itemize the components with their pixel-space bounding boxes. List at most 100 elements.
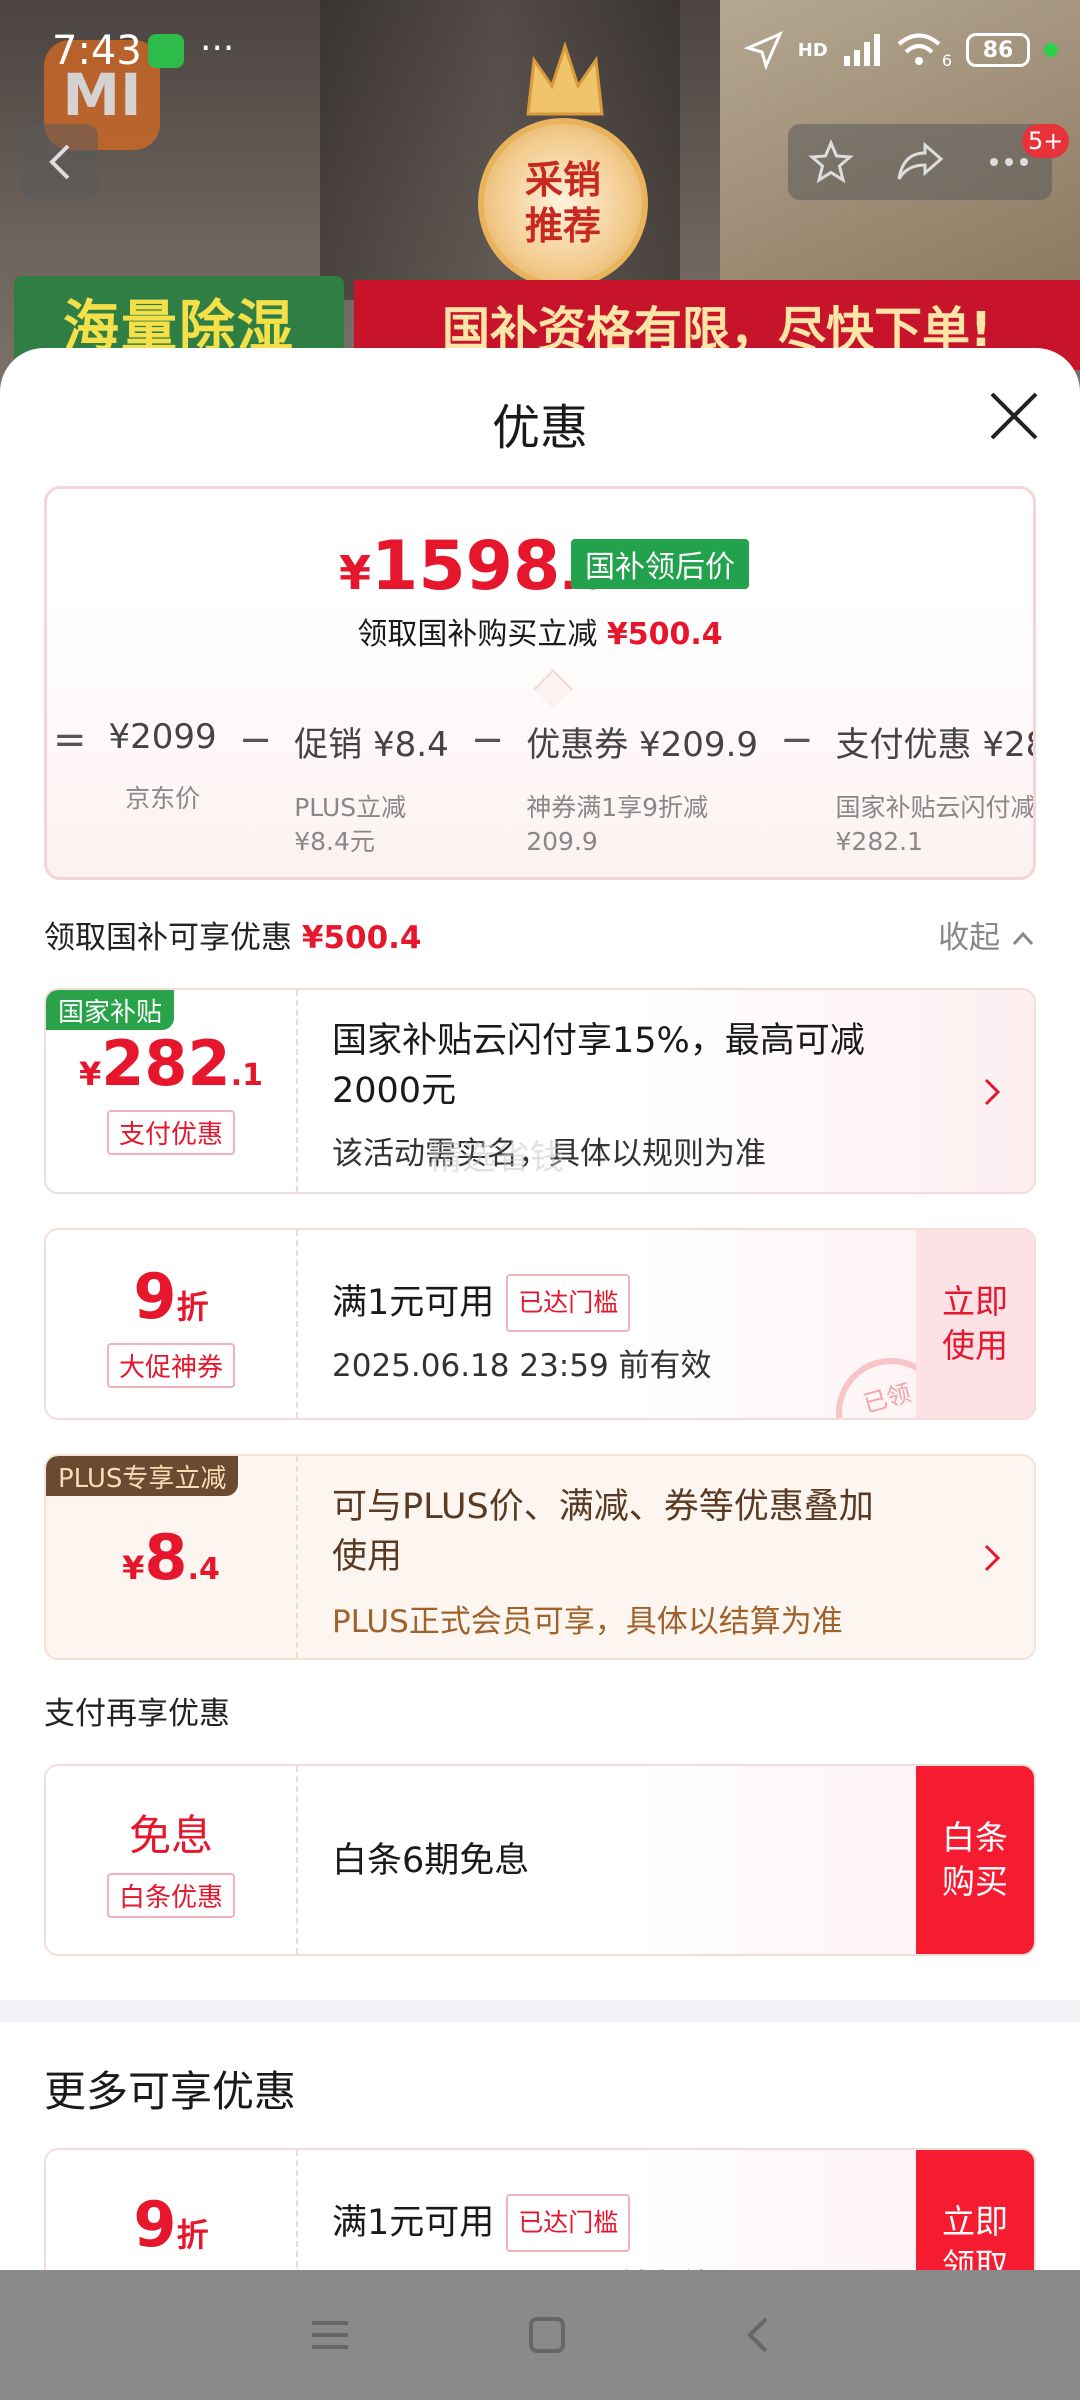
home-icon[interactable] bbox=[527, 2315, 567, 2355]
back-button[interactable] bbox=[22, 124, 98, 200]
hd-label: HD bbox=[797, 39, 828, 61]
section-divider bbox=[0, 2000, 1080, 2022]
breakdown-op: = bbox=[53, 717, 87, 763]
breakdown-sub-line2: 209.9 bbox=[526, 827, 598, 856]
subsidy-text-line1: 国家补贴云闪付享15%，最高可减 bbox=[332, 1021, 865, 1061]
coupon-card[interactable]: 9 折 大促神券 满1元可用 已达门槛 2025.06.18 23:59 前有效… bbox=[44, 1228, 1036, 1420]
battery-icon: 86 bbox=[966, 33, 1030, 67]
use-now-line1: 立即 bbox=[942, 1282, 1008, 1321]
discount-desc-text: 领取国补购买立减 bbox=[357, 617, 598, 652]
final-price: ¥ 1598 .6 bbox=[339, 527, 608, 606]
coupon-amount-block: 9 折 大促神券 bbox=[46, 1230, 298, 1418]
section-label: 领取国补可享优惠 bbox=[44, 920, 292, 956]
use-now-line2: 使用 bbox=[942, 1326, 1008, 1365]
top-actions bbox=[788, 124, 1052, 200]
coupon-expiry: 2025.06.18 23:59 前有效 bbox=[332, 1348, 712, 1384]
amount-integer: 8 bbox=[144, 1520, 188, 1594]
amount-currency: ¥ bbox=[122, 1548, 145, 1587]
plus-description: 可与PLUS价、满减、券等优惠叠加 使用 bbox=[332, 1482, 874, 1582]
status-icons: HD 6 86 bbox=[743, 30, 1058, 70]
status-bar: 7:43 ··· HD 6 86 bbox=[0, 0, 1080, 110]
claim-now-line1: 立即 bbox=[942, 2202, 1008, 2241]
collapse-label: 收起 bbox=[938, 920, 1001, 956]
more-coupon-discount: 9 折 bbox=[133, 2188, 208, 2261]
baitiao-buy-line2: 购买 bbox=[942, 1862, 1008, 1901]
amount-decimal: .4 bbox=[187, 1551, 220, 1587]
chevron-right-icon bbox=[984, 1544, 1001, 1572]
breakdown-main: 支付优惠 ¥282 bbox=[835, 725, 1033, 765]
watermark: 精选省钱 bbox=[428, 1138, 564, 1178]
subsidy-amount: ¥ 282 .1 bbox=[79, 1027, 263, 1100]
menu-icon[interactable] bbox=[308, 2315, 352, 2355]
breakdown-main: ¥2099 bbox=[108, 717, 217, 757]
plus-text-line1: 可与PLUS价、满减、券等优惠叠加 bbox=[332, 1487, 874, 1527]
pointer-triangle bbox=[533, 669, 573, 709]
threshold-reached-tag: 已达门槛 bbox=[506, 1274, 631, 1332]
breakdown-item-promo: 促销 ¥8.4 PLUS立减 ¥8.4元 bbox=[294, 717, 449, 860]
amount-currency: ¥ bbox=[79, 1055, 102, 1093]
chevron-left-icon bbox=[49, 144, 70, 180]
interest-free-label: 免息 bbox=[128, 1811, 213, 1860]
subsidy-card[interactable]: ¥ 282 .1 支付优惠 国家补贴 国家补贴云闪付享15%，最高可减 2000… bbox=[44, 988, 1036, 1194]
breakdown-sub-line1: 国家补贴云闪付减 bbox=[835, 793, 1033, 822]
coupon-discount-value: 9 bbox=[133, 1260, 177, 1333]
breakdown-main: 优惠券 ¥209.9 bbox=[526, 725, 759, 765]
section-national-subsidy: 领取国补可享优惠 ¥500.4 bbox=[44, 912, 422, 957]
baitiao-buy-button[interactable]: 白条 购买 bbox=[916, 1766, 1034, 1954]
breakdown-op: − bbox=[780, 717, 814, 763]
system-nav-bar bbox=[0, 2270, 1080, 2400]
discount-desc: 领取国补购买立减 ¥500.4 bbox=[47, 609, 1033, 653]
wechat-icon bbox=[148, 34, 184, 68]
price-summary: ¥ 1598 .6 国补领后价 领取国补购买立减 ¥500.4 = ¥2099 … bbox=[44, 486, 1036, 880]
breakdown-sub-line1: 神券满1享9折减 bbox=[526, 793, 709, 822]
plus-amount: ¥ 8 .4 bbox=[122, 1521, 220, 1594]
signal-icon bbox=[843, 34, 880, 66]
coupon-condition-text: 满1元可用 bbox=[332, 2203, 495, 2243]
battery-level: 86 bbox=[982, 37, 1014, 63]
price-integer: 1598 bbox=[371, 527, 561, 606]
badge-line1: 采销 bbox=[524, 158, 601, 202]
amount-decimal: .1 bbox=[230, 1058, 263, 1093]
breakdown-op: − bbox=[470, 717, 505, 763]
message-count-badge: 5+ bbox=[1022, 124, 1070, 158]
subsidy-description: 国家补贴云闪付享15%，最高可减 2000元 bbox=[332, 1016, 865, 1116]
coupon-chip: 大促神券 bbox=[106, 1343, 235, 1388]
plus-rule: PLUS正式会员可享，具体以结算为准 bbox=[332, 1604, 843, 1640]
breakdown-op: − bbox=[238, 717, 273, 763]
discount-sheet: 优惠 ¥ 1598 .6 国补领后价 领取国补购买立减 ¥500.4 = ¥20… bbox=[0, 348, 1080, 2400]
wifi-icon bbox=[897, 33, 941, 65]
breakdown-sub: 神券满1享9折减 209.9 bbox=[526, 790, 758, 860]
breakdown-main: 促销 ¥8.4 bbox=[294, 725, 449, 765]
baitiao-chip: 白条优惠 bbox=[106, 1873, 235, 1918]
baitiao-buy-line1: 白条 bbox=[942, 1818, 1008, 1857]
price-breakdown: = ¥2099 京东价 − 促销 ¥8.4 PLUS立减 ¥8.4元 − 优惠券… bbox=[47, 717, 1033, 877]
breakdown-item-jd-price: ¥2099 京东价 bbox=[109, 717, 217, 860]
status-time: 7:43 bbox=[52, 28, 142, 74]
share-icon[interactable] bbox=[895, 139, 945, 185]
more-coupon-condition: 满1元可用 已达门槛 bbox=[332, 2194, 631, 2252]
breakdown-sub-line1: PLUS立减 bbox=[294, 793, 407, 822]
status-more-icon: ··· bbox=[200, 28, 235, 69]
section-amount: ¥500.4 bbox=[301, 920, 422, 956]
use-now-button[interactable]: 立即 使用 bbox=[916, 1230, 1034, 1418]
baitiao-amount-block: 免息 白条优惠 bbox=[46, 1766, 298, 1954]
breakdown-sub-line2: ¥282.1 bbox=[835, 827, 924, 856]
threshold-reached-tag: 已达门槛 bbox=[506, 2194, 631, 2252]
subsidy-text-line2: 2000元 bbox=[332, 1071, 457, 1111]
breakdown-sub: 京东价 bbox=[125, 784, 201, 813]
chevron-up-icon bbox=[1012, 931, 1034, 946]
breakdown-sub-line2: ¥8.4元 bbox=[294, 827, 375, 856]
breakdown-sub: 国家补贴云闪付减 ¥282.1 bbox=[836, 790, 1033, 860]
back-icon[interactable] bbox=[742, 2315, 772, 2355]
collapse-button[interactable]: 收起 bbox=[938, 912, 1036, 957]
recommend-badge: 采销 推荐 bbox=[478, 118, 648, 288]
plus-text-line2: 使用 bbox=[332, 1537, 403, 1577]
badge-line2: 推荐 bbox=[524, 204, 601, 248]
baitiao-card[interactable]: 免息 白条优惠 白条6期免息 白条 购买 bbox=[44, 1764, 1036, 1956]
plus-card[interactable]: ¥ 8 .4 PLUS专享立减 可与PLUS价、满减、券等优惠叠加 使用 PLU… bbox=[44, 1454, 1036, 1660]
price-tag: 国补领后价 bbox=[571, 539, 749, 589]
star-icon[interactable] bbox=[808, 139, 855, 185]
breakdown-sub: PLUS立减 ¥8.4元 bbox=[294, 790, 449, 860]
close-icon[interactable] bbox=[986, 388, 1042, 444]
sheet-title: 优惠 bbox=[491, 400, 588, 456]
